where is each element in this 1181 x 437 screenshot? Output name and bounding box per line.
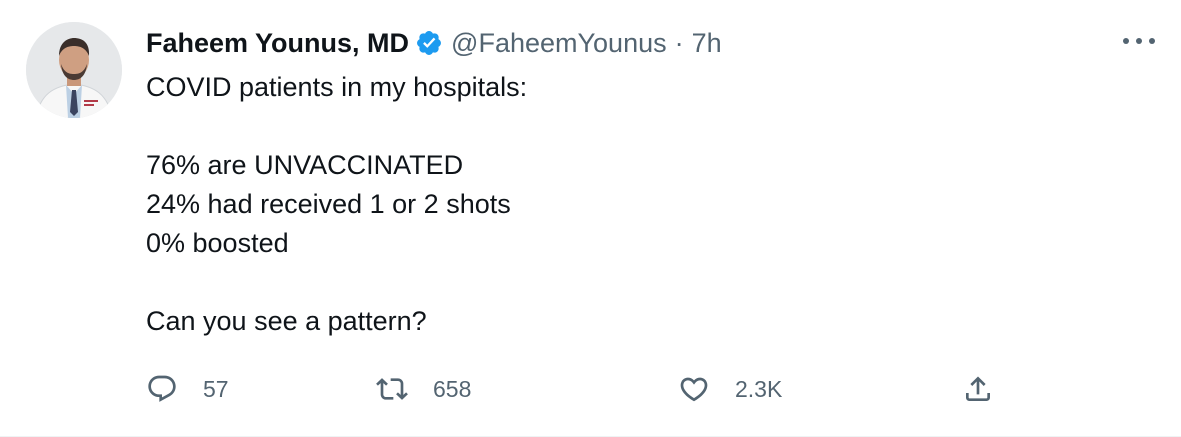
reply-count: 57 [203, 375, 229, 402]
tweet-header: Faheem Younus, MD @FaheemYounus · 7h [146, 26, 722, 60]
tweet-line: 24% had received 1 or 2 shots [146, 189, 511, 219]
avatar-photo [26, 22, 122, 118]
like-count: 2.3K [735, 375, 783, 402]
like-button[interactable]: 2.3K [678, 371, 782, 407]
reply-icon [146, 373, 178, 405]
avatar[interactable] [26, 22, 122, 118]
tweet-line: 76% are UNVACCINATED [146, 150, 464, 180]
tweet-line: Can you see a pattern? [146, 306, 427, 336]
tweet-timestamp[interactable]: 7h [692, 28, 722, 59]
tweet-card[interactable]: Faheem Younus, MD @FaheemYounus · 7h COV… [0, 0, 1181, 437]
separator-dot: · [674, 27, 684, 58]
tweet-line [146, 263, 1126, 302]
retweet-icon [376, 373, 408, 405]
tweet-line: COVID patients in my hospitals: [146, 72, 528, 102]
tweet-line: 0% boosted [146, 228, 289, 258]
verified-badge-icon [415, 29, 443, 57]
share-button[interactable] [962, 371, 994, 407]
retweet-button[interactable]: 658 [376, 371, 471, 407]
author-handle[interactable]: @FaheemYounus [451, 28, 667, 59]
tweet-text: COVID patients in my hospitals: 76% are … [146, 68, 1126, 341]
author-name[interactable]: Faheem Younus, MD [146, 28, 409, 59]
tweet-line [146, 107, 1126, 146]
more-options-icon[interactable] [1123, 30, 1155, 52]
heart-icon [678, 373, 710, 405]
reply-button[interactable]: 57 [146, 371, 229, 407]
retweet-count: 658 [433, 375, 472, 402]
tweet-actions: 57 658 2.3K [146, 371, 1006, 407]
share-icon [962, 373, 994, 405]
